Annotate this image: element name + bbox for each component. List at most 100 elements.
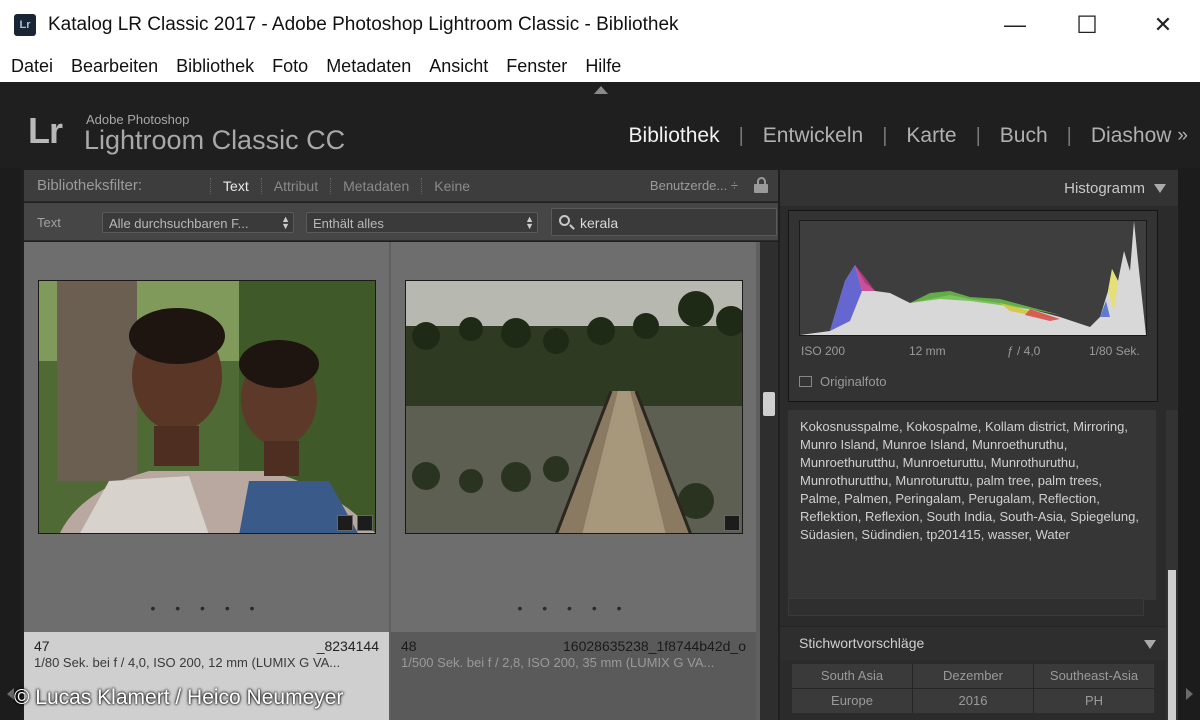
module-separator: | <box>975 124 981 147</box>
photo-thumbnail[interactable] <box>38 280 376 534</box>
filter-tab-text[interactable]: Text <box>210 177 261 194</box>
menu-foto[interactable]: Foto <box>272 56 308 77</box>
match-rule-dropdown[interactable]: Enthält alles ▲ ▼ <box>306 212 538 233</box>
grid-scrollbar[interactable] <box>760 242 778 720</box>
photo-credit: © Lucas Klamert / Heico Neumeyer <box>14 686 344 709</box>
cell-metadata: 48 16028635238_1f8744b42d_o 1/500 Sek. b… <box>391 632 756 720</box>
product-name: Lightroom Classic CC <box>84 125 346 155</box>
lightroom-app: Lr Adobe Photoshop Lightroom Classic CC … <box>0 82 1200 720</box>
cell-exif: 1/80 Sek. bei f / 4,0, ISO 200, 12 mm (L… <box>34 655 341 670</box>
lock-icon[interactable] <box>754 177 768 193</box>
maximize-button[interactable]: ☐ <box>1050 0 1124 50</box>
keyword-entry-field[interactable] <box>788 598 1144 616</box>
filter-tab-attribut[interactable]: Attribut <box>260 177 330 194</box>
right-panel-strip[interactable] <box>1178 168 1200 720</box>
module-bibliothek[interactable]: Bibliothek <box>629 124 720 148</box>
module-picker: Bibliothek | Entwickeln | Karte | Buch |… <box>629 124 1188 148</box>
suggestion-item[interactable]: Dezember <box>913 664 1033 688</box>
minimize-button[interactable]: — <box>978 0 1052 50</box>
histogram-header[interactable]: Histogramm <box>780 170 1178 206</box>
keyword-suggestions-header[interactable]: Stichwortvorschläge <box>780 626 1166 660</box>
original-photo-label: Originalfoto <box>820 374 887 389</box>
suggestion-item[interactable]: 2016 <box>913 689 1033 713</box>
collapse-icon[interactable] <box>1144 640 1156 649</box>
library-filter-bar: Bibliotheksfilter: Text Attribut Metadat… <box>24 170 778 202</box>
text-filter-row: Text Alle durchsuchbaren F... ▲ ▼ Enthält… <box>24 203 778 241</box>
more-modules-icon[interactable]: » <box>1177 125 1188 147</box>
cell-exif: 1/500 Sek. bei f / 2,8, ISO 200, 35 mm (… <box>401 655 715 670</box>
menu-hilfe[interactable]: Hilfe <box>585 56 621 77</box>
cell-index: 48 <box>401 638 417 654</box>
cell-index: 47 <box>34 638 50 654</box>
keyword-text: Kokosnusspalme, Kokospalme, Kollam distr… <box>800 419 1139 542</box>
right-panel-scrollbar[interactable] <box>1166 410 1178 720</box>
grid-cell[interactable]: • • • • • 48 16028635238_1f8744b42d_o 1/… <box>391 242 756 720</box>
search-input[interactable]: kerala <box>551 208 777 236</box>
dropdown-arrows-icon: ▲ ▼ <box>525 214 534 231</box>
menu-bearbeiten[interactable]: Bearbeiten <box>71 56 158 77</box>
filter-tab-keine[interactable]: Keine <box>421 177 482 194</box>
match-rule-value: Enthält alles <box>313 216 384 231</box>
cell-dots: • • • • • <box>150 600 263 616</box>
module-buch[interactable]: Buch <box>1000 124 1048 148</box>
module-diashow[interactable]: Diashow <box>1091 124 1172 148</box>
right-panel-scroll-thumb[interactable] <box>1168 570 1176 720</box>
histogram-title: Histogramm <box>1064 180 1145 197</box>
left-panel-toggle-icon[interactable] <box>7 688 14 700</box>
keyword-badge-icon[interactable] <box>337 515 353 531</box>
module-separator: | <box>738 124 744 147</box>
searchable-field-value: Alle durchsuchbaren F... <box>109 216 249 231</box>
menu-bar: Datei Bearbeiten Bibliothek Foto Metadat… <box>0 50 1200 82</box>
histogram-graph[interactable] <box>799 220 1147 336</box>
histogram-shutter: 1/80 Sek. <box>1089 344 1140 358</box>
search-query: kerala <box>580 215 619 231</box>
suggestion-item[interactable]: PH <box>1034 689 1154 713</box>
right-panel: Histogramm ISO 200 12 mm ƒ / 4,0 1/80 Se… <box>780 170 1178 720</box>
histogram-aperture: ƒ / 4,0 <box>1007 344 1041 358</box>
dropdown-arrows-icon: ▲ ▼ <box>281 214 290 231</box>
original-photo-toggle[interactable]: Originalfoto <box>799 374 886 389</box>
module-separator: | <box>1066 124 1072 147</box>
menu-bibliothek[interactable]: Bibliothek <box>176 56 254 77</box>
menu-fenster[interactable]: Fenster <box>506 56 567 77</box>
photo-grid: • • • • • 47 _8234144 1/80 Sek. bei f / … <box>24 242 760 720</box>
histogram-iso: ISO 200 <box>801 344 846 358</box>
cell-filename: _8234144 <box>316 638 379 654</box>
histogram-panel: ISO 200 12 mm ƒ / 4,0 1/80 Sek. Original… <box>788 210 1158 402</box>
library-filter-label: Bibliotheksfilter: <box>37 177 143 194</box>
keyword-badge-icon[interactable] <box>724 515 740 531</box>
menu-datei[interactable]: Datei <box>11 56 53 77</box>
photo-thumbnail[interactable] <box>405 280 743 534</box>
lightroom-app-icon: Lr <box>14 14 36 36</box>
collapse-icon[interactable] <box>1154 184 1166 193</box>
lr-logo: Lr <box>28 110 63 151</box>
right-panel-toggle-icon[interactable] <box>1186 688 1193 700</box>
module-separator: | <box>882 124 888 147</box>
suggestion-item[interactable]: South Asia <box>792 664 912 688</box>
grid-scroll-thumb[interactable] <box>763 392 775 416</box>
filter-tab-metadaten[interactable]: Metadaten <box>330 177 421 194</box>
module-entwickeln[interactable]: Entwickeln <box>763 124 863 148</box>
cell-filename: 16028635238_1f8744b42d_o <box>563 638 746 654</box>
suggestion-item[interactable]: Europe <box>792 689 912 713</box>
search-icon <box>559 215 570 226</box>
keyword-field[interactable]: Kokosnusspalme, Kokospalme, Kollam distr… <box>788 410 1156 600</box>
window-title: Katalog LR Classic 2017 - Adobe Photosho… <box>48 14 679 35</box>
suggestion-item[interactable]: Southeast-Asia <box>1034 664 1154 688</box>
grid-cell[interactable]: • • • • • 47 _8234144 1/80 Sek. bei f / … <box>24 242 389 720</box>
original-photo-checkbox[interactable] <box>799 376 812 387</box>
filter-preset-dropdown[interactable]: Benutzerde... ÷ <box>650 178 738 193</box>
close-button[interactable]: ✕ <box>1126 0 1200 50</box>
menu-ansicht[interactable]: Ansicht <box>429 56 488 77</box>
cell-dots: • • • • • <box>517 600 630 616</box>
module-karte[interactable]: Karte <box>906 124 956 148</box>
menu-metadaten[interactable]: Metadaten <box>326 56 411 77</box>
left-panel-strip[interactable] <box>0 168 22 720</box>
histogram-focal: 12 mm <box>909 344 946 358</box>
keyword-suggestions-title: Stichwortvorschläge <box>799 635 925 651</box>
comment-badge-icon[interactable] <box>357 515 373 531</box>
keyword-suggestions-grid: South Asia Dezember Southeast-Asia Europ… <box>792 664 1154 713</box>
text-filter-label: Text <box>37 215 61 230</box>
top-panel-toggle-icon[interactable] <box>594 86 608 94</box>
searchable-field-dropdown[interactable]: Alle durchsuchbaren F... ▲ ▼ <box>102 212 294 233</box>
